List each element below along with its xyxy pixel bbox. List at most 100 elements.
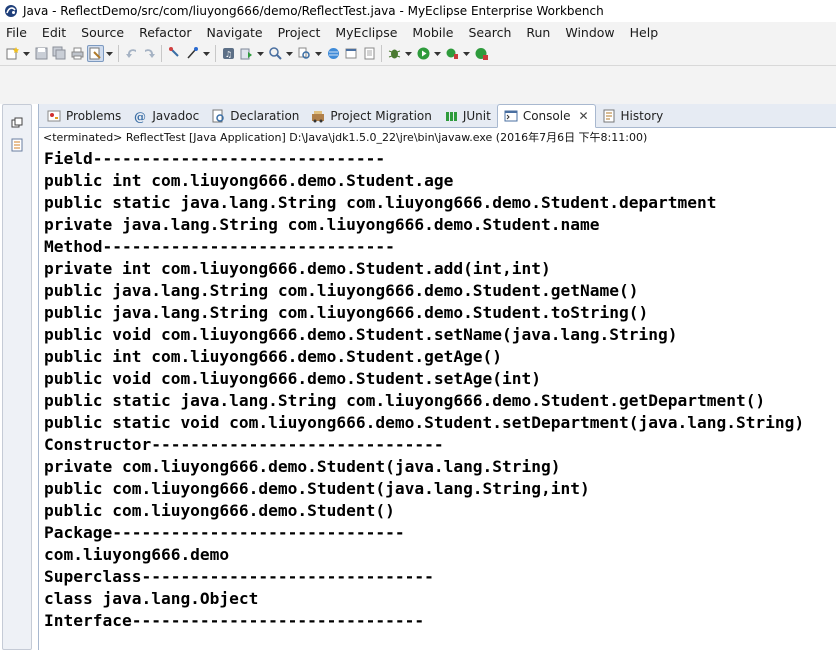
menu-search[interactable]: Search (461, 25, 519, 40)
forward-icon[interactable] (141, 45, 158, 62)
svg-text:@: @ (134, 110, 146, 123)
run-dropdown-icon[interactable] (433, 45, 441, 62)
mark-dropdown-icon[interactable] (105, 45, 113, 62)
search-dropdown-icon[interactable] (314, 45, 322, 62)
tab-junit-label: JUnit (462, 109, 491, 123)
toolbar-separator (381, 45, 382, 62)
menu-project[interactable]: Project (271, 25, 329, 40)
console-view: Problems @ Javadoc Declaration Project M… (38, 104, 836, 650)
tab-junit[interactable]: JUnit (438, 105, 497, 127)
console-line: Constructor-----------------------------… (44, 435, 444, 454)
save-icon[interactable] (33, 45, 50, 62)
restore-icon[interactable] (9, 115, 25, 131)
menu-run[interactable]: Run (519, 25, 558, 40)
search-icon[interactable] (296, 45, 313, 62)
menu-mobile[interactable]: Mobile (405, 25, 461, 40)
tab-project-migration[interactable]: Project Migration (305, 105, 437, 127)
process-status: <terminated> ReflectTest [Java Applicati… (43, 131, 648, 144)
javadoc-icon: @ (132, 108, 148, 124)
deploy-icon[interactable] (238, 45, 255, 62)
console-line: public int com.liuyong666.demo.Student.g… (44, 347, 503, 366)
tab-declaration[interactable]: Declaration (205, 105, 305, 127)
debug-dropdown-icon[interactable] (404, 45, 412, 62)
console-line: Package------------------------------ (44, 523, 405, 542)
external-tools-icon[interactable] (473, 45, 490, 62)
tab-javadoc-label: Javadoc (152, 109, 200, 123)
console-line: public static java.lang.String com.liuyo… (44, 193, 717, 212)
outline-icon[interactable] (9, 137, 25, 153)
minimized-view-stack (2, 104, 32, 650)
server-icon[interactable]: ♫ (220, 45, 237, 62)
close-icon[interactable]: ✕ (578, 109, 588, 123)
console-line: com.liuyong666.demo (44, 545, 230, 564)
view-tab-bar: Problems @ Javadoc Declaration Project M… (39, 104, 836, 128)
toolbar-separator (215, 45, 216, 62)
toolbar-separator (118, 45, 119, 62)
back-icon[interactable] (123, 45, 140, 62)
debug-icon[interactable] (386, 45, 403, 62)
print-icon[interactable] (69, 45, 86, 62)
main-toolbar: ♫ (0, 42, 836, 66)
run-icon[interactable] (415, 45, 432, 62)
tab-history-label: History (620, 109, 664, 123)
myeclipse-icon (3, 3, 19, 19)
console-line: private java.lang.String com.liuyong666.… (44, 215, 600, 234)
problems-icon (46, 108, 62, 124)
menu-edit[interactable]: Edit (35, 25, 74, 40)
menu-file[interactable]: File (0, 25, 35, 40)
debug-target-icon[interactable] (184, 45, 201, 62)
console-output[interactable]: Field------------------------------ publ… (44, 148, 836, 632)
console-line: Interface------------------------------ (44, 611, 425, 630)
toolbar-separator (161, 45, 162, 62)
open-type-dropdown-icon[interactable] (285, 45, 293, 62)
console-line: public static void com.liuyong666.demo.S… (44, 413, 805, 432)
console-line: public int com.liuyong666.demo.Student.a… (44, 171, 454, 190)
open-perspective-icon[interactable] (343, 45, 360, 62)
save-all-icon[interactable] (51, 45, 68, 62)
console-line: public void com.liuyong666.demo.Student.… (44, 369, 542, 388)
console-line: public void com.liuyong666.demo.Student.… (44, 325, 678, 344)
window-title: Java - ReflectDemo/src/com/liuyong666/de… (23, 4, 604, 18)
tab-console[interactable]: Console ✕ (496, 104, 596, 128)
tab-console-label: Console (522, 109, 571, 123)
console-icon (503, 108, 519, 124)
svg-text:♫: ♫ (225, 50, 232, 59)
coverage-icon[interactable] (444, 45, 461, 62)
menu-navigate[interactable]: Navigate (200, 25, 271, 40)
new-dropdown-icon[interactable] (22, 45, 30, 62)
menu-refactor[interactable]: Refactor (132, 25, 199, 40)
tab-javadoc[interactable]: @ Javadoc (127, 105, 205, 127)
tab-problems[interactable]: Problems (41, 105, 127, 127)
pin-icon[interactable] (166, 45, 183, 62)
toggle-mark-icon[interactable] (87, 45, 104, 62)
tab-problems-label: Problems (66, 109, 122, 123)
history-icon (601, 108, 617, 124)
deploy-dropdown-icon[interactable] (256, 45, 264, 62)
console-line: private int com.liuyong666.demo.Student.… (44, 259, 551, 278)
web-browser-icon[interactable] (325, 45, 342, 62)
new-window-icon[interactable] (361, 45, 378, 62)
menu-help[interactable]: Help (623, 25, 667, 40)
menu-myeclipse[interactable]: MyEclipse (328, 25, 405, 40)
menu-source[interactable]: Source (74, 25, 132, 40)
console-line: public java.lang.String com.liuyong666.d… (44, 281, 639, 300)
tab-declaration-label: Declaration (230, 109, 300, 123)
console-line: Field------------------------------ (44, 149, 386, 168)
menu-window[interactable]: Window (558, 25, 622, 40)
junit-icon (443, 108, 459, 124)
tab-project-migration-label: Project Migration (330, 109, 432, 123)
console-line: public com.liuyong666.demo.Student(java.… (44, 479, 590, 498)
toolbar-area-background (0, 66, 836, 104)
console-line: public com.liuyong666.demo.Student() (44, 501, 395, 520)
menu-bar: File Edit Source Refactor Navigate Proje… (0, 22, 836, 42)
console-line: Method------------------------------ (44, 237, 395, 256)
coverage-dropdown-icon[interactable] (462, 45, 470, 62)
tab-history[interactable]: History (596, 105, 670, 127)
debug-target-dropdown-icon[interactable] (202, 45, 210, 62)
console-line: private com.liuyong666.demo.Student(java… (44, 457, 561, 476)
title-bar: Java - ReflectDemo/src/com/liuyong666/de… (0, 0, 836, 22)
console-line: public java.lang.String com.liuyong666.d… (44, 303, 649, 322)
console-line: class java.lang.Object (44, 589, 259, 608)
new-icon[interactable] (4, 45, 21, 62)
open-type-icon[interactable] (267, 45, 284, 62)
